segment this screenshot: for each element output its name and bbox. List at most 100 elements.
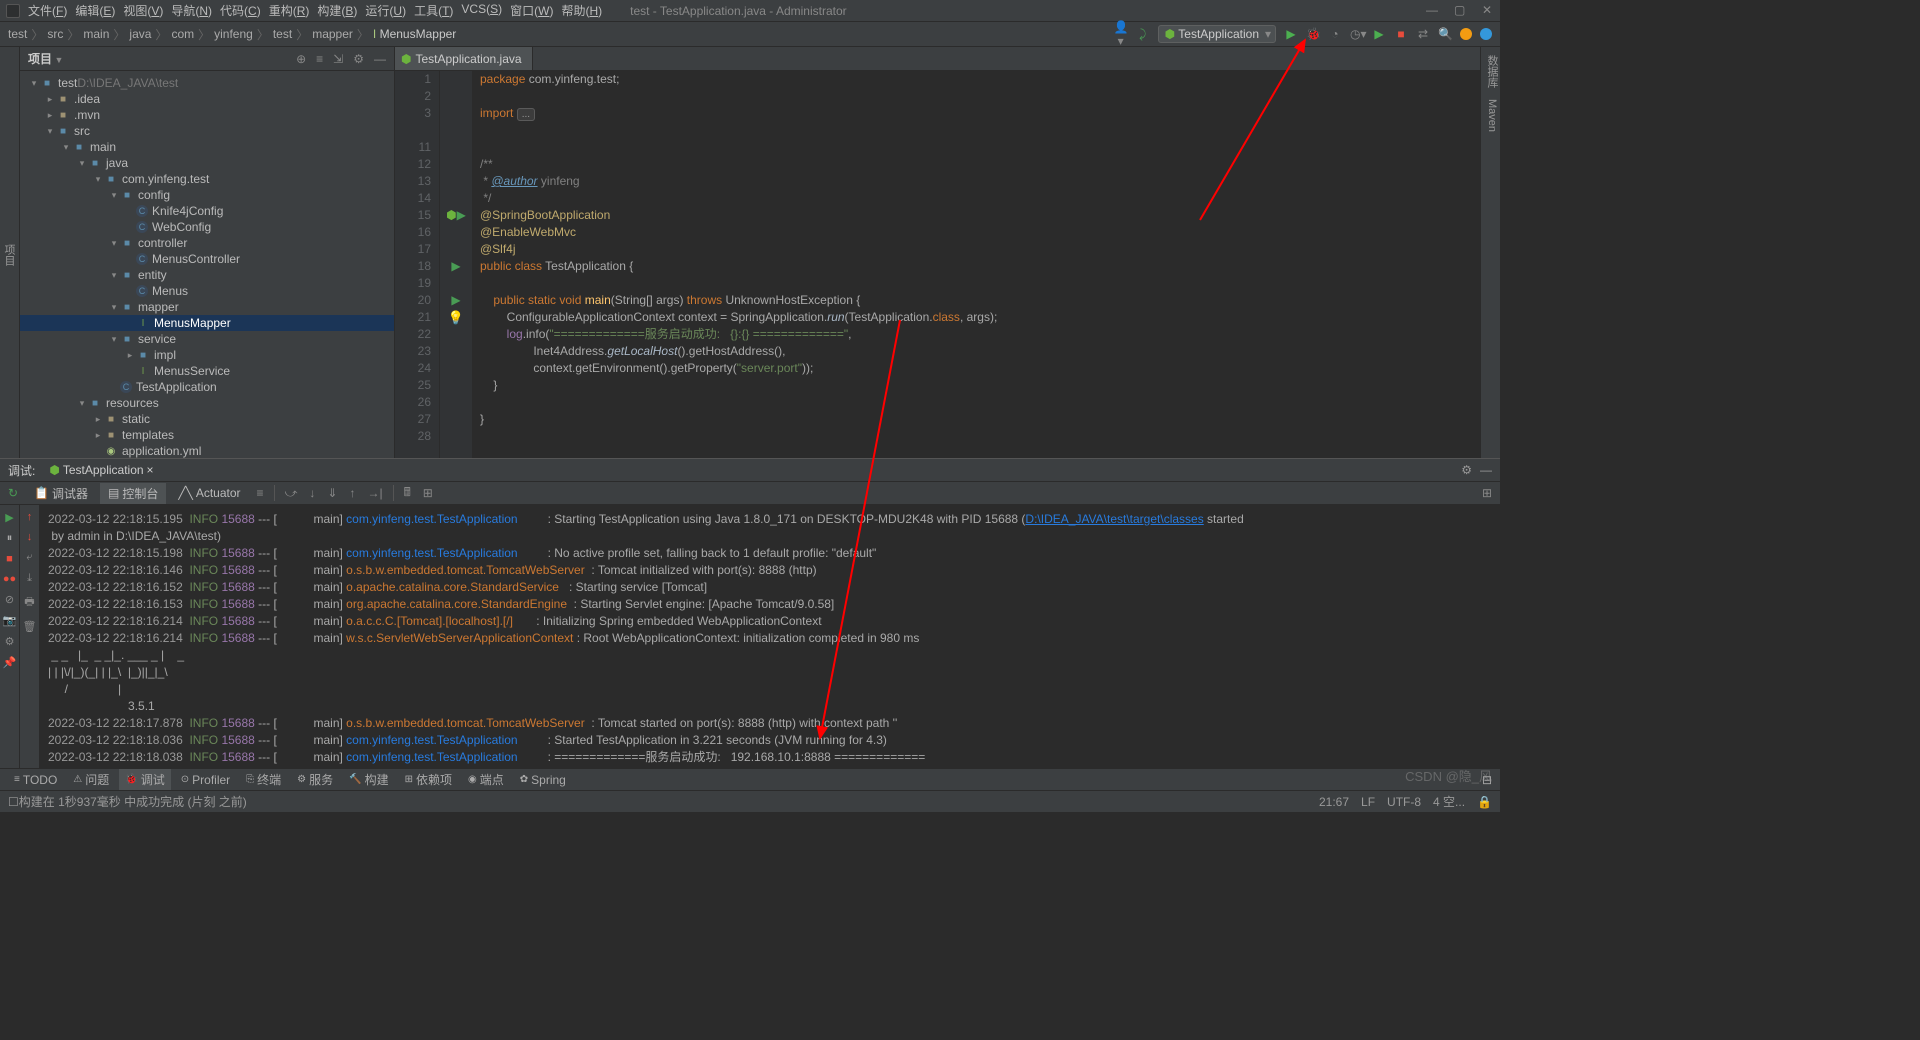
tool-window-tab[interactable]: ⚙ 服务 <box>291 769 339 790</box>
run-config-selector[interactable]: ⬢ TestApplication <box>1158 25 1276 43</box>
profile-icon[interactable]: ◷▾ <box>1350 27 1364 41</box>
maven-side-tab[interactable]: Maven <box>1484 95 1500 136</box>
tool-window-tab[interactable]: ◉ 端点 <box>462 769 510 790</box>
caret-position[interactable]: 21:67 <box>1319 795 1349 809</box>
avatar-1[interactable] <box>1460 28 1472 40</box>
code-editor[interactable]: 123111213141516171819202122232425262728 … <box>395 71 1480 458</box>
minimize-icon[interactable]: — <box>1426 3 1438 17</box>
build-icon[interactable]: ⤸ <box>1136 27 1150 42</box>
step-over-icon[interactable]: ⤻ <box>281 486 302 501</box>
file-encoding[interactable]: UTF-8 <box>1387 795 1421 809</box>
close-icon[interactable]: ✕ <box>1482 3 1494 17</box>
scroll-end-icon[interactable]: ⤓ <box>27 572 32 585</box>
menu-item[interactable]: VCS(S) <box>461 2 502 19</box>
tree-node[interactable]: ▾■config <box>20 187 394 203</box>
menu-item[interactable]: 视图(V) <box>123 2 163 19</box>
menu-item[interactable]: 重构(R) <box>269 2 310 19</box>
step-out-icon[interactable]: ↑ <box>345 486 359 500</box>
breadcrumb-item[interactable]: java <box>129 27 151 41</box>
gear-icon[interactable]: ⚙ <box>1461 463 1472 477</box>
tree-node[interactable]: CKnife4jConfig <box>20 203 394 219</box>
tree-node[interactable]: ▸■static <box>20 411 394 427</box>
tool-window-tab[interactable]: ⚠ 问题 <box>67 769 115 790</box>
tree-node[interactable]: ▸■.mvn <box>20 107 394 123</box>
tree-node[interactable]: CMenus <box>20 283 394 299</box>
breadcrumb-item[interactable]: src <box>47 27 63 41</box>
menu-item[interactable]: 运行(U) <box>365 2 406 19</box>
menu-item[interactable]: 构建(B) <box>317 2 357 19</box>
tree-node[interactable]: ▸■templates <box>20 427 394 443</box>
expand-icon[interactable]: ⇲ <box>333 52 343 66</box>
threads-icon[interactable]: ≡ <box>253 486 268 500</box>
menu-item[interactable]: 编辑(E) <box>75 2 115 19</box>
vcs-icon[interactable]: ⇄ <box>1416 27 1430 41</box>
breadcrumb-item[interactable]: mapper <box>312 27 353 41</box>
tree-node[interactable]: IMenusService <box>20 363 394 379</box>
collapse-icon[interactable]: ≡ <box>316 52 323 66</box>
tree-node[interactable]: ▾■service <box>20 331 394 347</box>
tree-node[interactable]: ▾■resources <box>20 395 394 411</box>
breadcrumb-item[interactable]: test <box>273 27 292 41</box>
menu-item[interactable]: 工具(T) <box>414 2 453 19</box>
stop-debug-icon[interactable]: ■ <box>6 553 13 565</box>
tree-node[interactable]: CWebConfig <box>20 219 394 235</box>
menu-item[interactable]: 帮助(H) <box>561 2 602 19</box>
debug-icon[interactable]: 🐞 <box>1306 27 1320 41</box>
trace-icon[interactable]: ⊞ <box>419 486 437 500</box>
run-to-cursor-icon[interactable]: →| <box>363 486 386 500</box>
coverage-icon[interactable]: ◔ <box>1328 27 1342 41</box>
tree-node[interactable]: ▾■mapper <box>20 299 394 315</box>
pause-icon[interactable]: ⏸ <box>7 532 13 545</box>
down-stack-icon[interactable]: ↓ <box>27 531 33 543</box>
breadcrumb-item[interactable]: com <box>171 27 194 41</box>
rerun-icon[interactable]: ↻ <box>4 486 22 500</box>
stop-icon[interactable]: ■ <box>1394 27 1408 41</box>
breakpoints-icon[interactable]: ●● <box>3 573 16 585</box>
clear-icon[interactable]: 🗑 <box>23 620 37 633</box>
camera-icon[interactable]: 📷 <box>3 614 17 627</box>
pin-icon[interactable]: 📌 <box>3 656 17 669</box>
project-title[interactable]: 项目 <box>28 50 63 67</box>
breadcrumb-item[interactable]: test <box>8 27 27 41</box>
run-icon[interactable]: ▶ <box>1284 27 1298 41</box>
project-side-tab[interactable]: 项目 <box>0 51 19 458</box>
evaluate-icon[interactable]: 🖩 <box>400 483 415 504</box>
database-side-tab[interactable]: 数据库 <box>1484 51 1500 92</box>
menu-item[interactable]: 窗口(W) <box>510 2 553 19</box>
tree-node[interactable]: ▾■entity <box>20 267 394 283</box>
avatar-2[interactable] <box>1480 28 1492 40</box>
tree-node[interactable]: ▾■test D:\IDEA_JAVA\test <box>20 75 394 91</box>
target-icon[interactable]: ⊕ <box>296 52 306 66</box>
actuator-tab[interactable]: ╱╲ Actuator <box>170 484 248 502</box>
tree-node[interactable]: ▾■controller <box>20 235 394 251</box>
resume-icon[interactable]: ▶ <box>5 511 13 524</box>
print-icon[interactable]: 🖶 <box>24 593 34 612</box>
tool-window-tab[interactable]: ⊙ Profiler <box>175 769 236 790</box>
tool-window-tab[interactable]: 🐞 调试 <box>119 769 170 790</box>
tree-node[interactable]: ▸■impl <box>20 347 394 363</box>
console-tab[interactable]: ▤ 控制台 <box>100 483 166 504</box>
tool-window-tab[interactable]: 🔨 构建 <box>343 769 394 790</box>
gear-icon[interactable]: ⚙ <box>353 52 364 66</box>
force-step-icon[interactable]: ⇓ <box>323 486 341 500</box>
debugger-tab[interactable]: 📋 调试器 <box>26 483 96 504</box>
minimize-panel-icon[interactable]: — <box>1480 463 1492 477</box>
editor-tab[interactable]: ⬢ TestApplication.java <box>395 47 533 70</box>
layout-icon[interactable]: ⊞ <box>1478 486 1496 500</box>
tool-window-tab[interactable]: ⊞ 依赖项 <box>399 769 458 790</box>
wrap-icon[interactable]: ⤶ <box>26 551 32 564</box>
menu-item[interactable]: 文件(F) <box>28 2 67 19</box>
breadcrumb-item[interactable]: I MenusMapper <box>373 27 456 41</box>
tool-window-tab[interactable]: ≡ TODO <box>8 769 63 790</box>
tree-node[interactable]: CTestApplication <box>20 379 394 395</box>
attach-icon[interactable]: ▶ <box>1372 27 1386 41</box>
tree-node[interactable]: ◉application.yml <box>20 443 394 458</box>
user-icon[interactable]: 👤▾ <box>1114 20 1128 48</box>
tree-node[interactable]: ▸■.idea <box>20 91 394 107</box>
tree-node[interactable]: IMenusMapper <box>20 315 394 331</box>
breadcrumb-item[interactable]: yinfeng <box>214 27 253 41</box>
breadcrumb-item[interactable]: main <box>83 27 109 41</box>
menu-item[interactable]: 代码(C) <box>220 2 261 19</box>
maximize-icon[interactable]: ▢ <box>1454 3 1466 17</box>
up-stack-icon[interactable]: ↑ <box>27 511 33 523</box>
